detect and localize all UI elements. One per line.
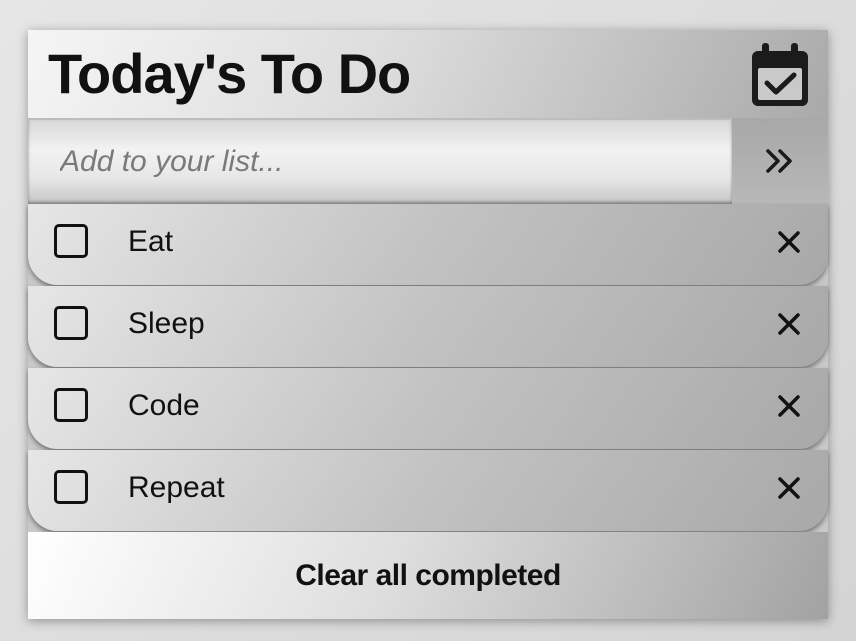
close-icon[interactable] [776,475,802,501]
clear-completed-button[interactable]: Clear all completed [28,532,828,619]
add-item-button[interactable] [732,118,828,204]
todo-label: Code [128,389,200,422]
todo-checkbox[interactable] [54,388,88,422]
todo-label: Repeat [128,471,225,504]
list-item: Code [28,368,828,449]
header: Today's To Do [28,30,828,118]
page-title: Today's To Do [48,42,411,105]
close-icon[interactable] [776,393,802,419]
calendar-check-icon[interactable] [750,42,810,108]
list-item: Repeat [28,450,828,531]
todo-list: Eat Sleep Code Repeat [28,204,828,531]
clear-completed-label: Clear all completed [295,558,561,592]
todo-checkbox[interactable] [54,470,88,504]
list-item: Eat [28,204,828,285]
list-item: Sleep [28,286,828,367]
todo-label: Sleep [128,307,205,340]
todo-label: Eat [128,225,174,258]
add-item-input[interactable] [28,120,732,204]
double-chevron-right-icon [766,149,792,173]
close-icon[interactable] [776,311,802,337]
close-icon[interactable] [776,229,802,255]
todo-app: Today's To Do Eat [28,30,828,619]
todo-checkbox[interactable] [54,224,88,258]
todo-checkbox[interactable] [54,306,88,340]
add-item-row [28,118,828,204]
